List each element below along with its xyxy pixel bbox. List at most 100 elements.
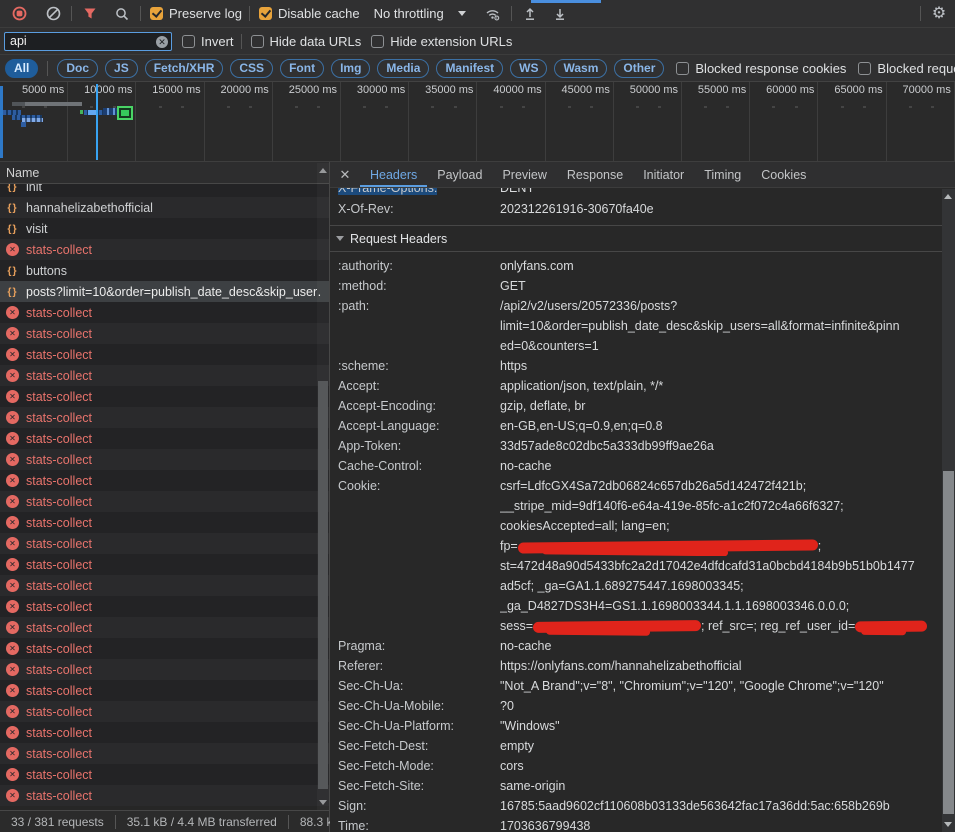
request-row[interactable]: ✕stats-collect (0, 470, 329, 491)
tab-timing[interactable]: Timing (694, 162, 751, 187)
request-row[interactable]: ✕stats-collect (0, 407, 329, 428)
throttling-select[interactable]: No throttling (374, 6, 466, 21)
checkbox-icon[interactable] (182, 35, 195, 48)
request-row[interactable]: ✕stats-collect (0, 743, 329, 764)
request-row[interactable]: ✕stats-collect (0, 554, 329, 575)
scrollbar-thumb[interactable] (943, 471, 954, 814)
tab-payload[interactable]: Payload (427, 162, 492, 187)
filter-pill-js[interactable]: JS (105, 59, 138, 78)
checkbox-icon[interactable] (858, 62, 871, 75)
request-row[interactable]: ✕stats-collect (0, 575, 329, 596)
request-row[interactable]: ✕stats-collect (0, 323, 329, 344)
request-row[interactable]: ✕stats-collect (0, 428, 329, 449)
filter-pill-all[interactable]: All (5, 59, 38, 78)
request-row[interactable]: ✕stats-collect (0, 512, 329, 533)
tab-response[interactable]: Response (557, 162, 633, 187)
header-name: X-Of-Rev: (338, 198, 500, 220)
request-row[interactable]: ✕stats-collect (0, 701, 329, 722)
filter-pill-ws[interactable]: WS (510, 59, 547, 78)
tab-headers[interactable]: Headers (360, 162, 427, 187)
header-value-line: /api2/v2/users/20572336/posts? (500, 296, 942, 316)
filter-pill-other[interactable]: Other (614, 59, 664, 78)
scrollbar-thumb[interactable] (318, 381, 328, 789)
request-row[interactable]: {}hannahelizabethofficial (0, 197, 329, 218)
hide-data-urls-checkbox[interactable]: Hide data URLs (251, 34, 362, 49)
filter-pill-img[interactable]: Img (331, 59, 370, 78)
request-row[interactable]: ✕stats-collect (0, 764, 329, 785)
request-row[interactable]: ✕stats-collect (0, 365, 329, 386)
filter-icon[interactable] (79, 3, 101, 25)
filter-pill-manifest[interactable]: Manifest (436, 59, 503, 78)
request-row[interactable]: ✕stats-collect (0, 617, 329, 638)
filter-pill-media[interactable]: Media (377, 59, 429, 78)
header-row: Accept-Encoding:gzip, deflate, br (330, 396, 942, 416)
scroll-down-icon[interactable] (944, 822, 952, 827)
preserve-log-checkbox[interactable]: Preserve log (150, 6, 242, 21)
checkbox-icon[interactable] (150, 7, 163, 20)
import-har-icon[interactable] (519, 3, 541, 25)
json-icon: {} (6, 265, 19, 277)
request-row[interactable]: ✕stats-collect (0, 344, 329, 365)
name-column-header[interactable]: Name (0, 162, 329, 184)
request-row[interactable]: ✕stats-collect (0, 239, 329, 260)
request-row[interactable]: ✕stats-collect (0, 533, 329, 554)
filter-pill-fetch-xhr[interactable]: Fetch/XHR (145, 59, 224, 78)
invert-checkbox[interactable]: Invert (182, 34, 234, 49)
header-value-line: en-GB,en-US;q=0.9,en;q=0.8 (500, 416, 942, 436)
scroll-down-icon[interactable] (319, 800, 327, 805)
search-icon[interactable] (111, 3, 133, 25)
record-icon[interactable] (8, 3, 30, 25)
filter-pill-font[interactable]: Font (280, 59, 324, 78)
hide-extension-urls-label: Hide extension URLs (390, 34, 512, 49)
network-filter-input[interactable] (4, 32, 172, 51)
disclosure-triangle-icon[interactable] (336, 236, 344, 241)
filter-pill-css[interactable]: CSS (230, 59, 273, 78)
scroll-up-icon[interactable] (944, 194, 952, 199)
request-headers-section[interactable]: Request Headers (330, 226, 942, 252)
request-row[interactable]: {}init (0, 184, 329, 197)
checkbox-icon[interactable] (676, 62, 689, 75)
filter-pill-wasm[interactable]: Wasm (554, 59, 607, 78)
close-icon[interactable]: ✕ (330, 167, 360, 183)
filter-pill-doc[interactable]: Doc (57, 59, 98, 78)
tab-preview[interactable]: Preview (492, 162, 556, 187)
details-scrollbar[interactable] (942, 189, 955, 832)
request-row[interactable]: {}posts?limit=10&order=publish_date_desc… (0, 281, 329, 302)
request-row[interactable]: {}visit (0, 218, 329, 239)
clear-icon[interactable] (42, 3, 64, 25)
request-row[interactable]: ✕stats-collect (0, 302, 329, 323)
request-row[interactable]: ✕stats-collect (0, 680, 329, 701)
request-list-scrollbar[interactable] (317, 163, 329, 810)
clear-input-icon[interactable]: ✕ (156, 36, 168, 48)
request-row[interactable]: ✕stats-collect (0, 785, 329, 806)
checkbox-blocked-response-cookies[interactable]: Blocked response cookies (676, 61, 846, 76)
export-har-icon[interactable] (549, 3, 571, 25)
tab-cookies[interactable]: Cookies (751, 162, 816, 187)
header-row: Sign:16785:5aad9602cf110608b03133de56364… (330, 796, 942, 816)
checkbox-blocked-requests[interactable]: Blocked requests (858, 61, 955, 76)
request-row[interactable]: {}buttons (0, 260, 329, 281)
request-row[interactable]: ✕stats-collect (0, 659, 329, 680)
network-conditions-icon[interactable] (482, 3, 504, 25)
tab-initiator[interactable]: Initiator (633, 162, 694, 187)
checkbox-icon[interactable] (251, 35, 264, 48)
request-row[interactable]: ✕stats-collect (0, 449, 329, 470)
settings-gear-icon[interactable]: ⚙ (928, 3, 950, 25)
timeline-selection-marker[interactable] (96, 84, 98, 160)
checkbox-icon[interactable] (371, 35, 384, 48)
header-value: onlyfans.com (500, 256, 942, 276)
disable-cache-checkbox[interactable]: Disable cache (259, 6, 360, 21)
request-row[interactable]: ✕stats-collect (0, 386, 329, 407)
hide-extension-urls-checkbox[interactable]: Hide extension URLs (371, 34, 512, 49)
scroll-up-icon[interactable] (319, 168, 327, 173)
request-row[interactable]: ✕stats-collect (0, 491, 329, 512)
status-text: 33 / 381 requests (0, 815, 115, 829)
network-overview-timeline[interactable]: 5000 ms10000 ms15000 ms20000 ms25000 ms3… (0, 82, 955, 162)
checkbox-icon[interactable] (259, 7, 272, 20)
request-row[interactable]: ✕stats-collect (0, 722, 329, 743)
request-row[interactable]: ✕stats-collect (0, 596, 329, 617)
timeline-tick-label: 65000 ms (834, 84, 882, 96)
request-row[interactable]: ✕stats-collect (0, 638, 329, 659)
error-icon: ✕ (6, 327, 19, 340)
timeline-tick-label: 35000 ms (425, 84, 473, 96)
